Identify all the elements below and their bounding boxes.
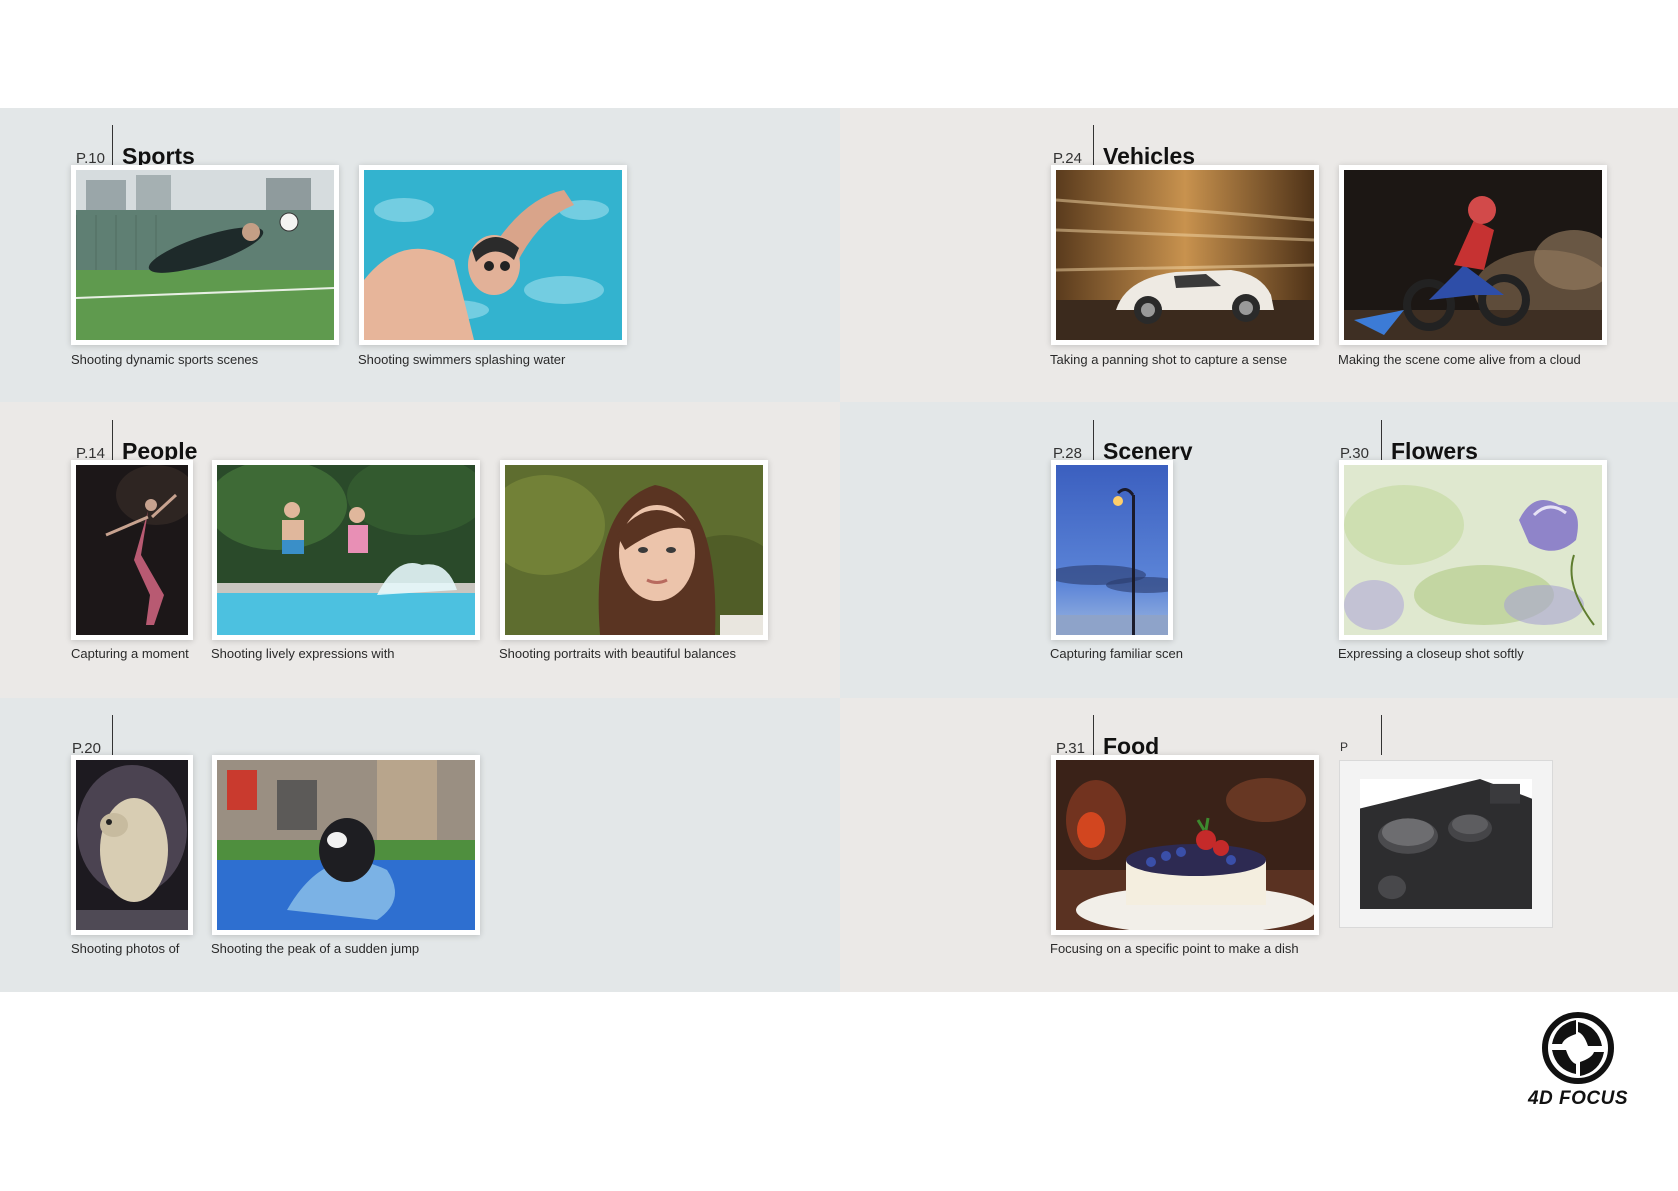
photo-panning-car[interactable] — [1051, 165, 1319, 345]
photo-cheesecake[interactable] — [1051, 755, 1319, 935]
photo-streetlamp[interactable] — [1051, 460, 1173, 640]
page-number[interactable]: P.28 — [1053, 446, 1082, 460]
divider — [112, 420, 113, 460]
section-extra-heading: P — [1340, 715, 1460, 755]
page-number[interactable]: P.20 — [72, 741, 101, 755]
section-title: Food — [1103, 733, 1160, 756]
page-number[interactable]: P.31 — [1056, 741, 1085, 755]
wet-dog-photo — [76, 760, 188, 930]
caption-people-3: Shooting portraits with beautiful balanc… — [499, 646, 737, 661]
camera-dial-image — [1339, 760, 1553, 928]
caption-animals-2: Shooting the peak of a sudden jump — [211, 941, 420, 956]
section-food-heading: P.31 Food — [1056, 715, 1276, 755]
divider — [1093, 715, 1094, 755]
brand-logo: 4D FOCUS — [1518, 1012, 1638, 1116]
caption-scenery-1: Capturing familiar scen — [1050, 646, 1183, 661]
section-sports-heading: P.10 Sports — [76, 125, 296, 165]
divider — [1093, 420, 1094, 460]
caption-sports-1: Shooting dynamic sports scenes — [71, 352, 259, 367]
photo-swimmer[interactable] — [359, 165, 627, 345]
page-number[interactable]: P.10 — [76, 151, 105, 165]
caption-people-1: Capturing a moment — [71, 646, 189, 661]
page-number[interactable]: P.30 — [1340, 446, 1369, 460]
caption-flowers-1: Expressing a closeup shot softly — [1338, 646, 1524, 661]
dancer-photo — [76, 465, 188, 635]
brand-name: 4D FOCUS — [1527, 1088, 1629, 1109]
section-vehicles-heading: P.24 Vehicles — [1053, 125, 1273, 165]
aperture-logo-icon — [1542, 1012, 1614, 1084]
section-animals-heading: P.20 — [72, 715, 292, 755]
photo-goalkeeper-dive[interactable] — [71, 165, 339, 345]
divider — [112, 715, 113, 755]
photo-pool-jump[interactable] — [212, 460, 480, 640]
page-number[interactable]: P.14 — [76, 446, 105, 460]
divider — [1381, 420, 1382, 460]
cheesecake-photo — [1056, 760, 1314, 930]
streetlamp-photo — [1056, 465, 1168, 635]
section-flowers-heading: P.30 Flowers — [1340, 420, 1560, 460]
caption-food-1: Focusing on a specific point to make a d… — [1050, 941, 1299, 956]
pool-jump-photo — [217, 465, 475, 635]
camera-dial-icon — [1360, 779, 1532, 909]
section-title: Scenery — [1103, 438, 1193, 461]
photo-wet-dog[interactable] — [71, 755, 193, 935]
section-title: Sports — [122, 143, 195, 166]
photo-flower[interactable] — [1339, 460, 1607, 640]
car-photo — [1056, 170, 1314, 340]
section-title: Flowers — [1391, 438, 1478, 461]
dog-jump-photo — [217, 760, 475, 930]
section-title: People — [122, 438, 198, 461]
divider — [1381, 715, 1382, 755]
page-number[interactable]: P — [1340, 741, 1348, 753]
divider — [112, 125, 113, 165]
motocross-photo — [1344, 170, 1602, 340]
caption-vehicles-2: Making the scene come alive from a cloud — [1338, 352, 1581, 367]
divider — [1093, 125, 1094, 165]
swimmer-photo — [364, 170, 622, 340]
flower-photo — [1344, 465, 1602, 635]
section-title: Vehicles — [1103, 143, 1196, 166]
caption-animals-1: Shooting photos of — [71, 941, 180, 956]
photo-motocross[interactable] — [1339, 165, 1607, 345]
photo-dog-jump[interactable] — [212, 755, 480, 935]
caption-people-2: Shooting lively expressions with — [211, 646, 395, 661]
goalkeeper-photo — [76, 170, 334, 340]
caption-vehicles-1: Taking a panning shot to capture a sense — [1050, 352, 1288, 367]
page-number[interactable]: P.24 — [1053, 151, 1082, 165]
section-scenery-heading: P.28 Scenery — [1053, 420, 1273, 460]
section-people-heading: P.14 People — [76, 420, 296, 460]
photo-portrait[interactable] — [500, 460, 768, 640]
photo-dancer[interactable] — [71, 460, 193, 640]
caption-sports-2: Shooting swimmers splashing water — [358, 352, 566, 367]
portrait-photo — [505, 465, 763, 635]
